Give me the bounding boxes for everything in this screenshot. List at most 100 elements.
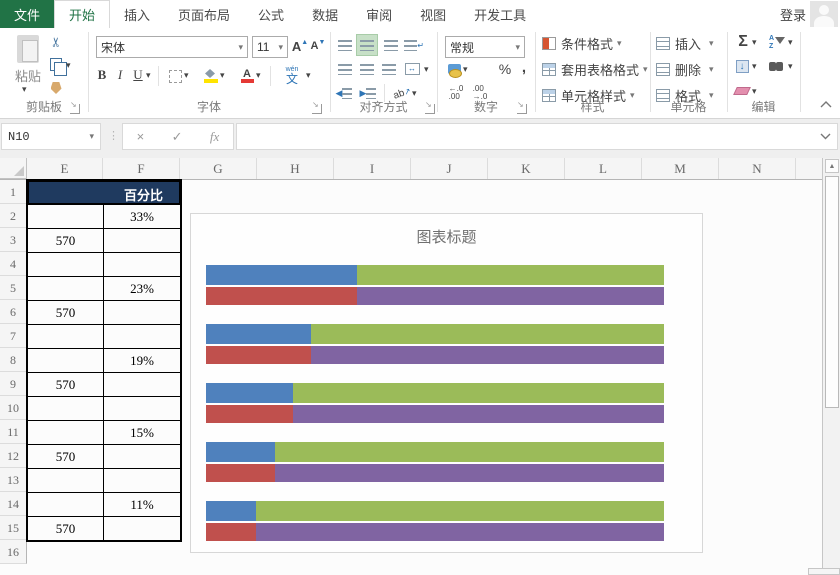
cell-E7[interactable] — [27, 324, 104, 349]
column-header-F[interactable]: F — [103, 158, 180, 179]
italic-button[interactable]: I — [112, 66, 128, 84]
row-header-10[interactable]: 10 — [0, 396, 27, 420]
font-size-combo[interactable]: 11 ▾ — [252, 36, 288, 58]
bar-purple-cat1[interactable] — [357, 287, 664, 305]
cell-E14[interactable] — [27, 492, 104, 517]
column-header-L[interactable]: L — [565, 158, 642, 179]
sort-filter-button[interactable]: AZ — [766, 33, 788, 51]
row-header-15[interactable]: 15 — [0, 516, 27, 540]
row-header-8[interactable]: 8 — [0, 348, 27, 372]
cell-F3[interactable] — [103, 228, 181, 253]
font-name-dropdown-arrow[interactable]: ▾ — [238, 42, 243, 53]
row-header-4[interactable]: 4 — [0, 252, 27, 276]
accounting-format-button[interactable] — [446, 62, 462, 78]
cell-E12[interactable]: 570 — [27, 444, 104, 469]
find-dropdown-arrow[interactable]: ▾ — [788, 61, 793, 72]
wrap-text-button[interactable]: ↵ — [404, 36, 424, 54]
row-header-2[interactable]: 2 — [0, 204, 27, 228]
percent-style-button[interactable]: % — [496, 60, 514, 78]
align-left-button[interactable] — [336, 60, 354, 78]
borders-dropdown-arrow[interactable]: ▾ — [184, 70, 189, 81]
cell-F10[interactable] — [103, 396, 181, 421]
cell-E2[interactable] — [27, 204, 104, 229]
fill-dropdown-arrow[interactable]: ▾ — [752, 61, 757, 72]
number-dialog-launcher[interactable] — [517, 100, 527, 114]
autosum-button[interactable]: Σ — [733, 32, 753, 52]
font-color-button[interactable]: A — [238, 66, 256, 84]
cell-E8[interactable] — [27, 348, 104, 373]
fill-color-button[interactable] — [202, 67, 220, 85]
cell-E6[interactable]: 570 — [27, 300, 104, 325]
row-header-11[interactable]: 11 — [0, 420, 27, 444]
row-header-9[interactable]: 9 — [0, 372, 27, 396]
phonetic-guide-button[interactable]: wén 文 — [280, 64, 304, 86]
bar-purple-cat4[interactable] — [275, 464, 664, 482]
account-avatar-icon[interactable] — [810, 1, 838, 27]
bar-red-cat3[interactable] — [206, 405, 293, 423]
tab-view[interactable]: 视图 — [406, 0, 460, 28]
row-header-13[interactable]: 13 — [0, 468, 27, 492]
insert-function-icon[interactable]: fx — [210, 129, 219, 145]
number-format-combo[interactable]: 常规 ▾ — [445, 36, 525, 58]
collapse-ribbon-chevron-icon[interactable] — [820, 100, 832, 108]
merge-center-button[interactable]: ↔ — [402, 60, 422, 78]
tab-review[interactable]: 审阅 — [352, 0, 406, 28]
align-center-button[interactable] — [358, 60, 376, 78]
cell-E9[interactable]: 570 — [27, 372, 104, 397]
cell-F8[interactable]: 19% — [103, 348, 181, 373]
format-as-table-button[interactable]: 套用表格格式 ▾ — [542, 60, 648, 78]
align-right-button[interactable] — [380, 60, 398, 78]
paste-label[interactable]: 粘贴 — [8, 68, 48, 84]
chart-title[interactable]: 图表标题 — [191, 226, 702, 247]
select-all-corner[interactable] — [0, 158, 27, 179]
row-header-3[interactable]: 3 — [0, 228, 27, 252]
bar-purple-cat5[interactable] — [256, 523, 664, 541]
tab-insert[interactable]: 插入 — [110, 0, 164, 28]
cell-E4[interactable] — [27, 252, 104, 277]
column-header-J[interactable]: J — [411, 158, 488, 179]
bar-blue-cat2[interactable] — [206, 324, 311, 344]
bar-red-cat4[interactable] — [206, 464, 275, 482]
copy-dropdown-arrow[interactable]: ▾ — [66, 60, 71, 71]
align-middle-button-selected[interactable] — [356, 34, 378, 56]
fill-color-dropdown-arrow[interactable]: ▾ — [220, 70, 225, 81]
cell-F6[interactable] — [103, 300, 181, 325]
vertical-scrollbar-thumb[interactable] — [825, 176, 839, 408]
conditional-formatting-button[interactable]: 条件格式 ▾ — [542, 34, 646, 52]
column-header-N[interactable]: N — [719, 158, 796, 179]
row-header-5[interactable]: 5 — [0, 276, 27, 300]
bar-blue-cat4[interactable] — [206, 442, 275, 462]
paste-dropdown-arrow[interactable]: ▾ — [22, 84, 27, 95]
align-top-button[interactable] — [336, 36, 354, 54]
sign-in-link[interactable]: 登录 — [780, 0, 806, 28]
underline-dropdown-arrow[interactable]: ▾ — [146, 70, 151, 81]
cell-E3[interactable]: 570 — [27, 228, 104, 253]
underline-button[interactable]: U — [130, 66, 146, 84]
expand-formula-bar-chevron-icon[interactable] — [820, 133, 831, 140]
bar-purple-cat3[interactable] — [293, 405, 664, 423]
cell-F14[interactable]: 11% — [103, 492, 181, 517]
bar-green-cat5[interactable] — [256, 501, 664, 521]
tab-formulas[interactable]: 公式 — [244, 0, 298, 28]
bar-blue-cat1[interactable] — [206, 265, 357, 285]
cell-F5[interactable]: 23% — [103, 276, 181, 301]
find-select-button[interactable] — [766, 59, 786, 73]
cell-F15[interactable] — [103, 516, 181, 541]
cell-F4[interactable] — [103, 252, 181, 277]
cell-E15[interactable]: 570 — [27, 516, 104, 541]
phonetic-dropdown-arrow[interactable]: ▾ — [306, 70, 311, 81]
column-header-K[interactable]: K — [488, 158, 565, 179]
column-header-G[interactable]: G — [180, 158, 257, 179]
font-size-dropdown-arrow[interactable]: ▾ — [278, 42, 283, 53]
row-header-7[interactable]: 7 — [0, 324, 27, 348]
cut-button[interactable]: ✂ — [46, 34, 66, 50]
accounting-dropdown-arrow[interactable]: ▾ — [463, 64, 468, 75]
table-header-cell[interactable]: 百分比 — [27, 180, 181, 205]
grow-font-button[interactable]: A ▲ — [292, 36, 308, 56]
cell-F12[interactable] — [103, 444, 181, 469]
fill-button[interactable]: ↓ — [733, 58, 751, 74]
column-header-H[interactable]: H — [257, 158, 334, 179]
sort-filter-dropdown-arrow[interactable]: ▾ — [788, 37, 793, 48]
scroll-up-arrow[interactable]: ▲ — [825, 159, 839, 173]
bar-red-cat5[interactable] — [206, 523, 256, 541]
